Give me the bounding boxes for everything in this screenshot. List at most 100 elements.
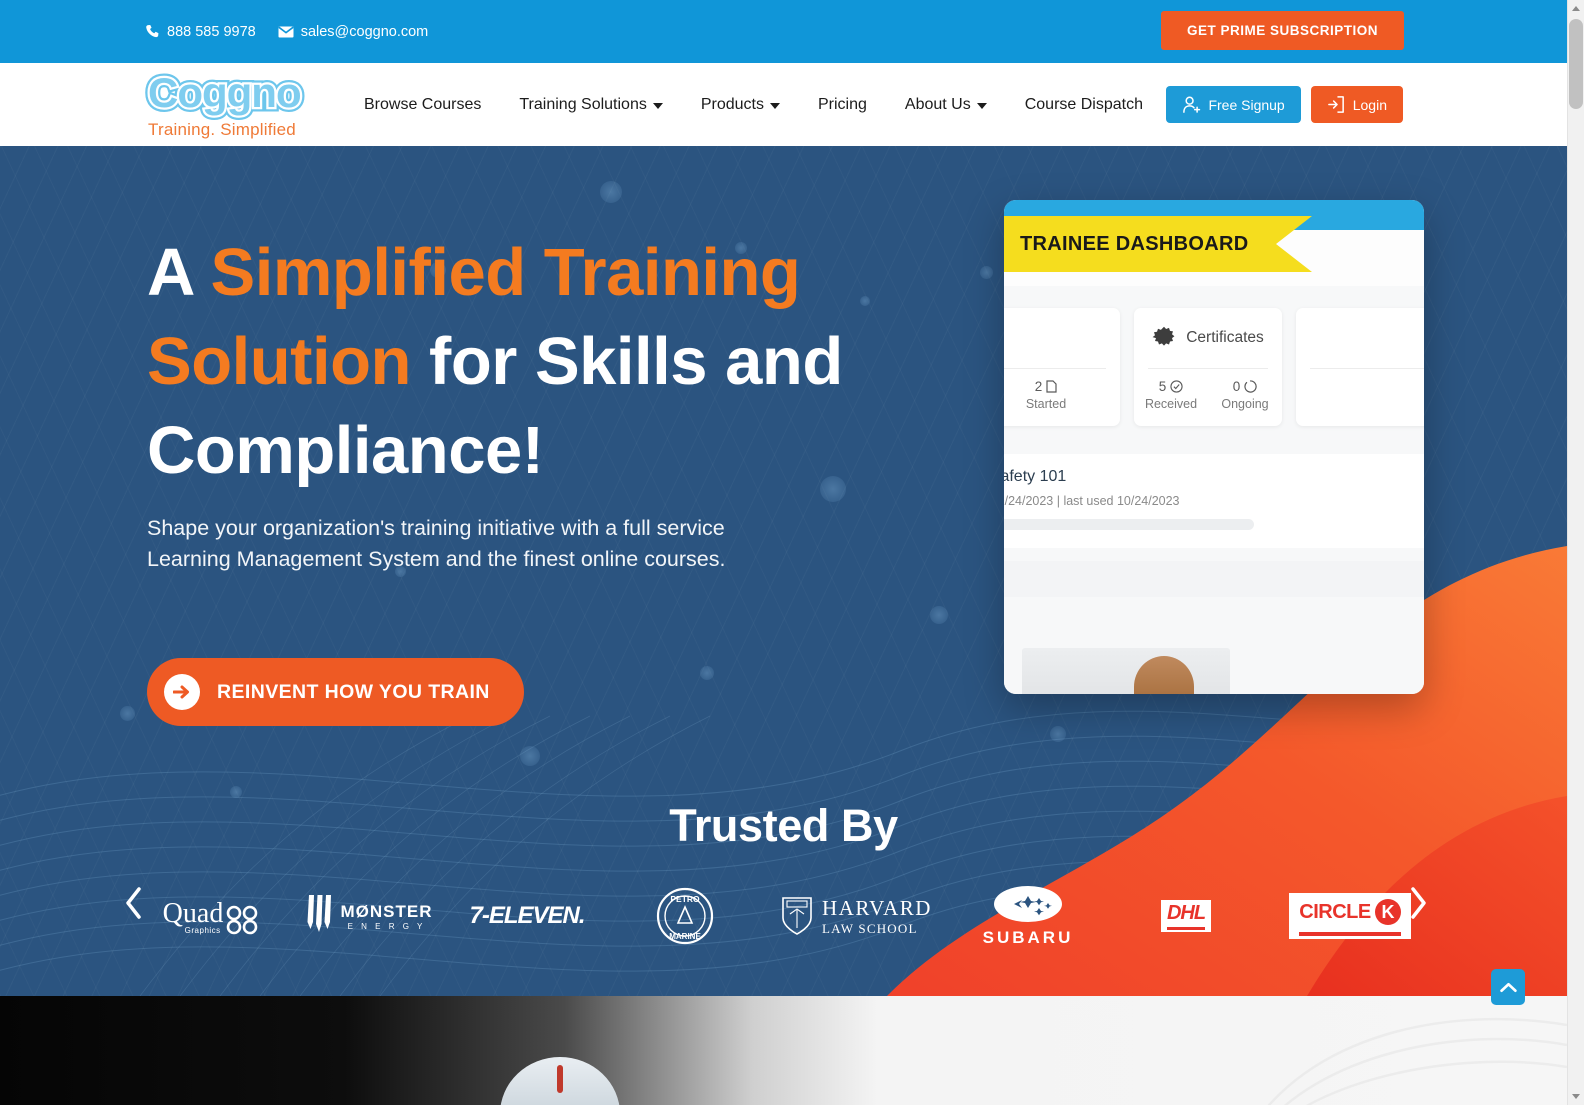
stat-received: 5 Received [1134, 369, 1208, 411]
arrow-right-icon [164, 674, 200, 710]
stat-card-title-courses [1004, 308, 1120, 368]
nav-item-course-dispatch[interactable]: Course Dispatch [1025, 96, 1143, 114]
nav-label-course-dispatch: Course Dispatch [1024, 95, 1143, 113]
stat-started: 2 Started [1004, 369, 1120, 411]
nav-item-products[interactable]: Products [701, 96, 780, 114]
divider [1310, 368, 1424, 369]
subaru-stars-icon [993, 885, 1062, 922]
nav-item-pricing[interactable]: Pricing [818, 96, 867, 114]
hero-heading-part1: A [147, 235, 211, 310]
reinvent-how-you-train-button[interactable]: REINVENT HOW YOU TRAIN [147, 658, 524, 726]
get-prime-subscription-button[interactable]: GET PRIME SUBSCRIPTION [1160, 11, 1404, 50]
monster-claw-icon [307, 895, 331, 932]
logo-petro-line2: MARINE [669, 932, 701, 941]
login-button[interactable]: Login [1310, 86, 1403, 123]
email-contact[interactable]: sales@coggno.com [278, 23, 429, 40]
book-icon [1423, 329, 1424, 347]
course-meta: started 10/24/2023 | last used 10/24/202… [1004, 494, 1180, 508]
quad-qg-mark-icon [227, 905, 258, 934]
nav-label-training-solutions: Training Solutions [519, 95, 647, 113]
logo-subaru-name: SUBARU [982, 927, 1074, 947]
browser-scrollbar[interactable] [1567, 0, 1584, 1105]
main-navbar: Coggno Coggno Training. Simplified Brows… [0, 63, 1567, 146]
login-label: Login [1352, 96, 1387, 113]
stat-started-value: 2 [1034, 379, 1043, 394]
scrollbar-thumb[interactable] [1569, 19, 1583, 109]
scrollbar-up-arrow[interactable] [1568, 0, 1584, 17]
logo-dhl-name: DHL [1166, 902, 1206, 924]
stat-card-header-certificates: Certificates [1134, 308, 1282, 368]
logo-quad-graphics-name: Quad [162, 897, 224, 929]
logo-subaru[interactable]: SUBARU [949, 871, 1107, 961]
logo-monster-sub: E N E R G Y [347, 921, 426, 931]
trusted-by-logo-carousel: Quad Graphics MØNSTER E N E R G Y 7-ELEV… [0, 871, 1567, 961]
chevron-up-icon [1499, 982, 1517, 992]
logo-quad-graphics[interactable]: Quad Graphics [132, 871, 290, 961]
cta-label: REINVENT HOW YOU TRAIN [217, 680, 490, 703]
stat-card-library[interactable] [1296, 308, 1424, 426]
harvard-shield-icon [782, 897, 812, 935]
clock-circle-icon [1244, 380, 1257, 393]
trainee-dashboard-card: TRAINEE DASHBOARD 2 Started Certificates… [1004, 200, 1424, 694]
course-progress-bar [1004, 519, 1254, 530]
stat-card-title-certificates: Certificates [1186, 329, 1264, 346]
logo-quad-graphics-sub: Graphics [184, 925, 221, 935]
logo-7-eleven-name: 7-ELEVEN. [469, 902, 585, 929]
logo-harvard-law-school[interactable]: HARVARD LAW SCHOOL [764, 871, 949, 961]
next-section-preview [0, 996, 1567, 1105]
logo-petro-marine[interactable]: PETRO MARINE [606, 871, 764, 961]
logo-dhl[interactable]: DHL [1107, 871, 1265, 961]
computer-mouse-image [500, 1057, 620, 1105]
coggno-logo[interactable]: Coggno Coggno Training. Simplified [144, 67, 334, 139]
decorative-arcs [1267, 1017, 1567, 1105]
coggno-logo-tagline: Training. Simplified [148, 119, 296, 139]
check-circle-icon [1170, 380, 1183, 393]
nav-item-browse-courses[interactable]: Browse Courses [364, 96, 481, 114]
scroll-to-top-button[interactable] [1491, 969, 1525, 1005]
logo-circle-k-mark: K [1374, 899, 1401, 925]
logo-monster-name: MØNSTER [340, 901, 433, 921]
nav-label-pricing: Pricing [818, 95, 867, 113]
logo-harvard-line2: LAW SCHOOL [822, 920, 918, 936]
phone-number: 888 585 9978 [167, 23, 256, 40]
dashboard-stat-cards: 2 Started Certificates 5 Received 0 Ongo… [1004, 308, 1424, 426]
free-signup-button[interactable]: Free Signup [1166, 86, 1301, 123]
stat-card-header-library [1296, 308, 1424, 368]
stat-ongoing-value: 0 [1232, 379, 1241, 394]
petro-marine-seal-icon: PETRO MARINE [656, 887, 714, 945]
nav-item-about-us[interactable]: About Us [905, 96, 987, 114]
nav-label-about-us: About Us [904, 95, 971, 113]
phone-icon [146, 24, 159, 38]
stat-card-courses[interactable]: 2 Started [1004, 308, 1120, 426]
email-address: sales@coggno.com [300, 23, 429, 40]
course-name: stos Safety 101 [1004, 468, 1067, 485]
dashboard-ribbon: TRAINEE DASHBOARD [1004, 216, 1312, 272]
nav-action-buttons: Free Signup Login [1166, 86, 1403, 123]
stat-card-certificates[interactable]: Certificates 5 Received 0 Ongoing [1134, 308, 1282, 426]
phone-contact[interactable]: 888 585 9978 [145, 24, 256, 40]
logo-circle-k[interactable]: CIRCLE K [1265, 871, 1435, 961]
login-door-icon [1327, 96, 1344, 113]
primary-nav-links: Browse Courses Training Solutions Produc… [364, 96, 1143, 114]
chevron-down-icon [770, 103, 780, 109]
nav-label-products: Products [700, 95, 764, 113]
envelope-icon [278, 26, 294, 37]
logo-7-eleven[interactable]: 7-ELEVEN. [448, 871, 606, 961]
stat-received-value: 5 [1158, 379, 1167, 394]
logo-circle-k-box: CIRCLE K [1289, 893, 1411, 939]
free-signup-label: Free Signup [1208, 96, 1285, 113]
dashboard-ribbon-label: TRAINEE DASHBOARD [1020, 232, 1249, 255]
chevron-down-icon [652, 103, 663, 109]
scrollbar-down-arrow[interactable] [1568, 1088, 1584, 1105]
stat-ongoing: 0 Ongoing [1208, 369, 1282, 411]
logo-monster-energy[interactable]: MØNSTER E N E R G Y [290, 871, 448, 961]
page-root: A Simplified Training Solution for Skill… [0, 0, 1584, 1105]
nav-label-browse-courses: Browse Courses [364, 95, 482, 113]
hero-section: A Simplified Training Solution for Skill… [0, 146, 1567, 996]
dashboard-course-row[interactable]: stos Safety 101 started 10/24/2023 | las… [1004, 454, 1424, 548]
logo-petro-line1: PETRO [670, 894, 700, 904]
certificate-badge-icon [1152, 326, 1175, 346]
nav-item-training-solutions[interactable]: Training Solutions [519, 95, 663, 114]
logo-harvard-line1: HARVARD [822, 895, 932, 920]
dashboard-trainee-photo [1022, 648, 1230, 694]
